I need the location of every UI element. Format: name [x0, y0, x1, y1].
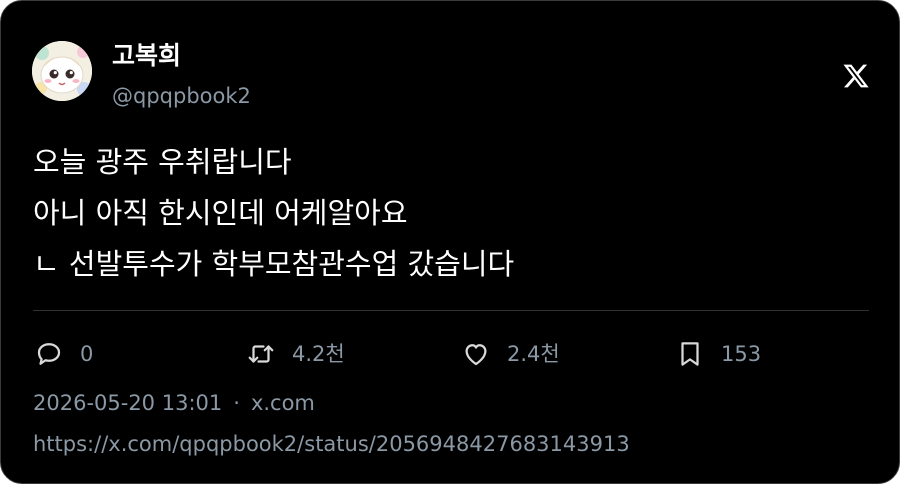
status-url[interactable]: https://x.com/qpqpbook2/status/205694842…: [33, 429, 630, 459]
tweet-meta: 2026-05-20 13:01 · x.com: [33, 388, 315, 418]
reply-icon: [37, 343, 61, 365]
bookmark-icon: [681, 342, 699, 366]
bookmark-button[interactable]: 153: [675, 336, 761, 372]
like-button[interactable]: 2.4천: [461, 336, 560, 372]
retweet-button[interactable]: 4.2천: [246, 336, 345, 372]
user-handle[interactable]: @qpqpbook2: [112, 81, 251, 111]
tweet-card: 고복희 @qpqpbook2 오늘 광주 우취랍니다 아니 아직 한시인데 어케…: [0, 0, 900, 484]
tweet-text: 오늘 광주 우취랍니다 아니 아직 한시인데 어케알아요 ㄴ 선발투수가 학부모…: [33, 137, 873, 290]
display-name[interactable]: 고복희: [112, 39, 181, 73]
like-count: 2.4천: [507, 342, 560, 366]
retweet-count: 4.2천: [292, 342, 345, 366]
x-logo-icon[interactable]: [842, 62, 870, 90]
divider: [33, 310, 869, 311]
avatar[interactable]: [32, 41, 92, 101]
avatar-illustration: [32, 41, 92, 101]
reply-button[interactable]: 0: [34, 336, 93, 372]
tweet-line: ㄴ 선발투수가 학부모참관수업 갔습니다: [33, 247, 515, 281]
meta-separator: ·: [233, 391, 240, 415]
tweet-line: 오늘 광주 우취랍니다: [33, 145, 292, 179]
source-link[interactable]: x.com: [251, 391, 315, 415]
x-logo-glyph: [843, 64, 869, 88]
reply-count: 0: [80, 342, 94, 366]
timestamp[interactable]: 2026-05-20 13:01: [33, 391, 222, 415]
tweet-line: 아니 아직 한시인데 어케알아요: [33, 196, 408, 230]
bookmark-count: 153: [721, 342, 762, 366]
retweet-icon: [248, 345, 274, 363]
heart-icon: [465, 344, 487, 366]
